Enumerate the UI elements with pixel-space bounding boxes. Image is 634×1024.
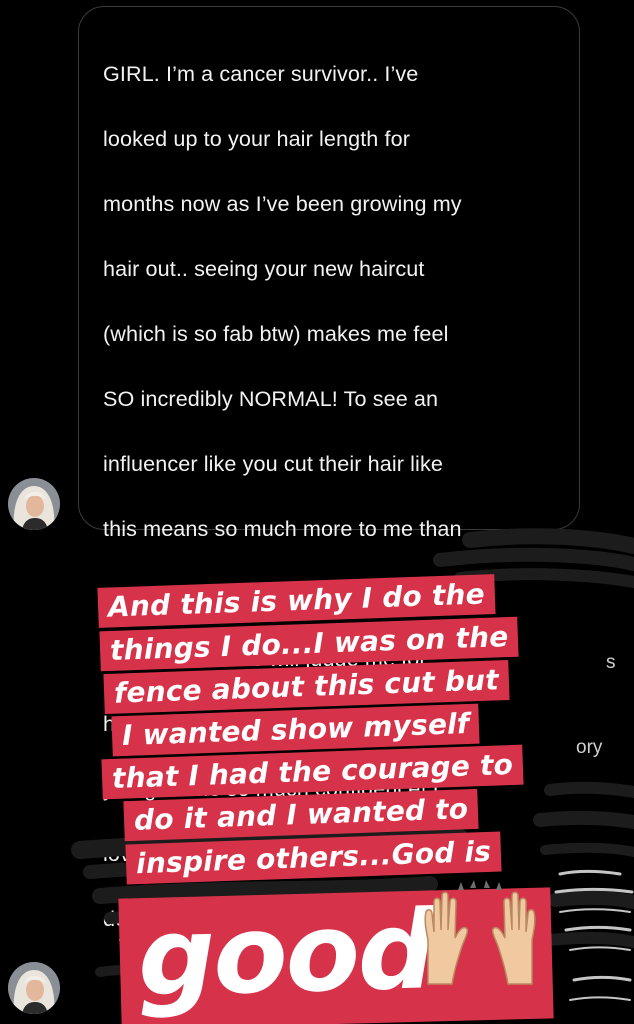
- instagram-story-screen: GIRL. I’m a cancer survivor.. I’ve looke…: [0, 0, 634, 1024]
- message-line: looked up to your hair length for: [103, 125, 411, 151]
- message-line: SO incredibly NORMAL! To see an: [103, 385, 439, 411]
- message-line: GIRL. I’m a cancer survivor.. I’ve: [103, 60, 419, 86]
- message-line: (which is so fab btw) makes me feel: [103, 320, 449, 346]
- background-fragment-s: s: [606, 652, 616, 673]
- message-line: hair out.. seeing your new haircut: [103, 255, 425, 281]
- redaction-scribble: [71, 528, 634, 1001]
- sender-avatar-bottom[interactable]: [8, 962, 60, 1014]
- message-line: influencer like you cut their hair like: [103, 450, 443, 476]
- message-line: months now as I’ve been growing my: [103, 190, 462, 216]
- dm-message-bubble: GIRL. I’m a cancer survivor.. I’ve looke…: [78, 6, 580, 931]
- avatar-photo-icon: [8, 962, 60, 1014]
- background-fragment-story: ory: [576, 737, 603, 758]
